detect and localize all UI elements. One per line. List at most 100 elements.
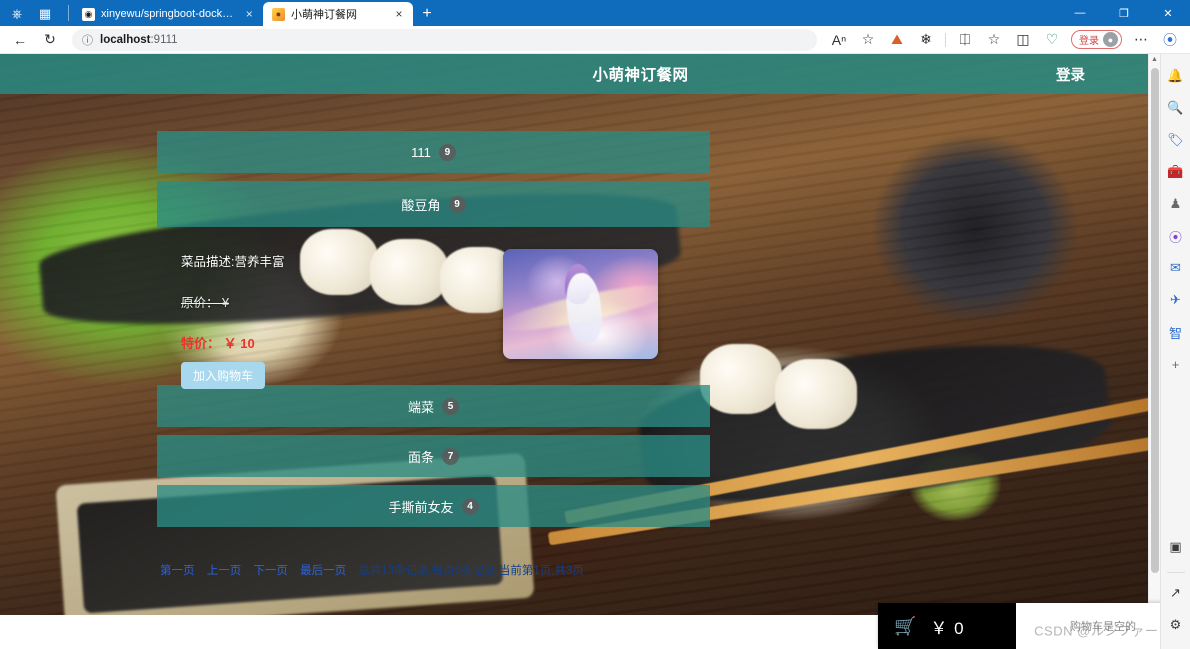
browser-toolbar: ← ↻ ⓘ localhost:9111 Aⁿ ☆ ⛰ ❄ ⎅ ☆ ◫ ♡ 登录… <box>0 26 1190 54</box>
site-icon: ● <box>272 7 285 21</box>
profile-label: 登录 <box>1079 36 1099 47</box>
accordion-panel: 手撕前女友 4 <box>157 485 710 527</box>
titlebar-left-icons: ⎈ ▦ <box>0 0 73 26</box>
copilot-icon[interactable]: ⦿ <box>1156 28 1184 52</box>
chess-icon[interactable]: ♟ <box>1164 192 1188 216</box>
bell-icon[interactable]: 🔔 <box>1164 64 1188 88</box>
copilot-icon[interactable]: ⎈ <box>8 4 26 22</box>
background-sushi <box>700 344 782 414</box>
accordion-panel: 面条 7 <box>157 435 710 477</box>
accordion-label: 端菜 <box>407 399 434 415</box>
accordion-count-badge: 7 <box>442 447 459 465</box>
url-port: :9111 <box>150 33 178 46</box>
accordion-panel: 酸豆角 9 菜品描述:营养丰富 原价： ¥ 特价： ￥ 10 加入购物车 <box>157 181 710 389</box>
accordion-panel: 111 9 <box>157 131 710 173</box>
cart-total-area[interactable]: 🛒 ￥ 0 <box>878 603 1016 649</box>
avatar-icon: ● <box>1103 32 1118 47</box>
cart-total-amount: ￥ 0 <box>930 618 965 638</box>
tag-icon[interactable]: 🏷 <box>1164 128 1188 152</box>
pagination: 第一页 上一页 下一页 最后一页 总共13条记录,每页5条记录,当前第1页,共3… <box>160 562 584 578</box>
split-screen-icon[interactable]: ⎅ <box>951 28 979 52</box>
title-bar: ⎈ ▦ ◉ xinyewu/springboot-docker-- × ● 小萌… <box>0 0 1190 26</box>
paper-plane-icon[interactable]: ✈ <box>1164 288 1188 312</box>
accordion-label: 面条 <box>407 449 434 465</box>
back-button[interactable]: ← <box>6 28 34 52</box>
screenshot-icon[interactable]: ▣ <box>1164 535 1188 559</box>
accordion-header-shousiqiannvyou[interactable]: 手撕前女友 4 <box>157 485 710 527</box>
browser-window: ⎈ ▦ ◉ xinyewu/springboot-docker-- × ● 小萌… <box>0 0 1190 649</box>
tab-close-icon[interactable]: × <box>391 7 407 21</box>
pagination-prev[interactable]: 上一页 <box>207 565 242 577</box>
pagination-last[interactable]: 最后一页 <box>300 565 346 577</box>
tab-actions-icon[interactable]: ▦ <box>36 4 54 22</box>
pagination-meta: 总共13条记录,每页5条记录,当前第1页,共3页 <box>358 565 584 577</box>
browser-essentials-icon[interactable]: ❄ <box>912 28 940 52</box>
site-login-link[interactable]: 登录 <box>1056 64 1085 85</box>
pagination-first[interactable]: 第一页 <box>160 565 195 577</box>
toolbar-divider <box>945 32 946 47</box>
search-icon[interactable]: 🔍 <box>1164 96 1188 120</box>
dish-description: 菜品描述:营养丰富 <box>181 255 285 269</box>
background-sushi <box>775 359 857 429</box>
tab-site[interactable]: ● 小萌神订餐网 × <box>263 2 413 26</box>
accordion-count-badge: 9 <box>438 143 456 161</box>
github-icon: ◉ <box>82 7 95 21</box>
add-to-cart-button[interactable]: 加入购物车 <box>181 362 266 389</box>
accordion-count-badge: 4 <box>461 497 479 515</box>
pagination-next[interactable]: 下一页 <box>253 565 288 577</box>
scroll-up-arrow[interactable]: ▲ <box>1149 54 1160 66</box>
url-host: localhost <box>100 33 151 46</box>
address-bar[interactable]: ⓘ localhost:9111 <box>72 28 817 51</box>
edge-sidebar: 🔔 🔍 🏷 🧰 ♟ ⦿ ✉ ✈ 智 + ▣ ↗ ⚙ <box>1160 54 1190 649</box>
accordion-body: 菜品描述:营养丰富 原价： ¥ 特价： ￥ 10 加入购物车 <box>157 227 710 389</box>
dish-original-price: 原价： ¥ <box>181 296 229 310</box>
window-controls: — ❐ ✕ <box>1058 0 1190 26</box>
tab-strip: ◉ xinyewu/springboot-docker-- × ● 小萌神订餐网… <box>73 0 441 26</box>
tab-close-icon[interactable]: × <box>241 7 257 21</box>
add-icon[interactable]: + <box>1164 352 1188 376</box>
outlook-icon[interactable]: ✉ <box>1164 256 1188 280</box>
accordion-header-miantiao[interactable]: 面条 7 <box>157 435 710 477</box>
scrollbar-thumb[interactable] <box>1151 68 1159 573</box>
page-scrollbar[interactable]: ▲ <box>1148 54 1160 615</box>
csdn-watermark: CSDN @ルシファード <box>1034 623 1172 639</box>
accordion-label: 手撕前女友 <box>388 499 454 515</box>
site-header: 小萌神订餐网 登录 <box>0 54 1160 94</box>
favorites-icon[interactable]: ☆ <box>980 28 1008 52</box>
new-tab-button[interactable]: + <box>413 2 441 26</box>
close-button[interactable]: ✕ <box>1146 0 1190 26</box>
dish-special-price: 特价： ￥ 10 <box>181 336 255 351</box>
tab-title: xinyewu/springboot-docker-- <box>101 8 236 20</box>
tab-title: 小萌神订餐网 <box>291 9 357 21</box>
maximize-button[interactable]: ❐ <box>1102 0 1146 26</box>
favorite-star-icon[interactable]: ☆ <box>854 28 882 52</box>
page-title: 小萌神订餐网 <box>592 67 689 84</box>
read-aloud-icon[interactable]: Aⁿ <box>825 28 853 52</box>
minimize-button[interactable]: — <box>1058 0 1102 26</box>
zhi-icon[interactable]: 智 <box>1164 320 1188 344</box>
sidebar-divider <box>1166 572 1185 573</box>
thumbnail-figure <box>563 271 605 345</box>
accordion-count-badge: 9 <box>448 195 466 213</box>
accordion-label: 酸豆角 <box>401 197 441 213</box>
profile-button[interactable]: 登录 ● <box>1071 30 1122 49</box>
accordion-label: 111 <box>411 144 431 160</box>
tab-github[interactable]: ◉ xinyewu/springboot-docker-- × <box>73 2 263 26</box>
copilot-circle-icon[interactable]: ⦿ <box>1164 224 1188 248</box>
more-options-icon[interactable]: ⋯ <box>1127 28 1155 52</box>
accordion-header-suandoujiao[interactable]: 酸豆角 9 <box>157 181 710 227</box>
refresh-button[interactable]: ↻ <box>36 28 64 52</box>
shopping-cart-icon: 🛒 <box>894 615 917 636</box>
accordion-count-badge: 5 <box>442 397 459 415</box>
shopping-cart-bar: 🛒 ￥ 0 购物车是空的 CSDN @ルシファード <box>878 603 1190 649</box>
toolbox-icon[interactable]: 🧰 <box>1164 160 1188 184</box>
collections-icon[interactable]: ⛰ <box>883 28 911 52</box>
accordion-panel: 端菜 5 <box>157 385 710 427</box>
accordion-header-duancai[interactable]: 端菜 5 <box>157 385 710 427</box>
tab-collections-icon[interactable]: ◫ <box>1009 28 1037 52</box>
settings-gear-icon[interactable]: ⚙ <box>1164 613 1188 637</box>
accordion-header-111[interactable]: 111 9 <box>157 131 710 173</box>
open-external-icon[interactable]: ↗ <box>1164 581 1188 605</box>
info-circle-icon[interactable]: ⓘ <box>82 32 93 48</box>
shopping-icon[interactable]: ♡ <box>1038 28 1066 52</box>
